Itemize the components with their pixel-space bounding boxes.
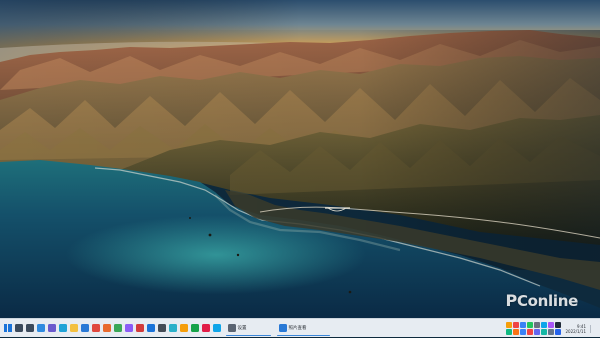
app-icon [227,324,236,332]
clock-date: 2022/1/11 [565,328,586,334]
watermark-logo: PConline [505,291,579,310]
app-icon-9[interactable] [190,324,199,332]
app-icon-7[interactable] [168,324,177,332]
tray-icon[interactable] [534,329,541,335]
tray-icon[interactable] [506,322,513,328]
desktop[interactable]: PConline [0,0,600,318]
store-icon[interactable] [80,324,89,332]
tray-icon[interactable] [548,322,555,328]
app-icon [278,324,287,332]
tray-icons [506,322,562,335]
tray-icon[interactable] [541,322,548,328]
tray-icon[interactable] [527,322,534,328]
tray-icon[interactable] [527,329,534,335]
show-desktop-button[interactable] [590,324,596,333]
tray-icon[interactable] [555,322,562,328]
taskbar-app-label: 设置 [237,326,247,331]
tray-icon[interactable] [506,329,513,335]
tray-icon[interactable] [513,329,520,335]
app-icon-8[interactable] [179,324,188,332]
edge-icon[interactable] [58,324,67,332]
mail-icon[interactable] [91,324,100,332]
app-icon-6[interactable] [157,324,166,332]
app-icon-5[interactable] [146,324,155,332]
taskbar-running-app[interactable]: 照片查看 [275,321,332,336]
app-icon-2[interactable] [113,324,122,332]
tray-icon[interactable] [541,329,548,335]
start-logo-square [7,324,12,328]
start-icon[interactable] [3,324,12,332]
taskbar-app-label: 照片查看 [288,326,307,331]
tray-icon[interactable] [513,322,520,328]
explorer-icon[interactable] [69,324,78,332]
tray-icon[interactable] [548,329,555,335]
widgets-icon[interactable] [36,324,45,332]
app-icon-4[interactable] [135,324,144,332]
taskbar-clock[interactable]: 9:41 2022/1/11 [565,324,586,334]
tray-icon[interactable] [534,322,541,328]
taskbar-pinned-apps: 设置 照片查看 [0,319,332,337]
search-icon[interactable] [14,324,23,332]
app-icon-3[interactable] [124,324,133,332]
app-icon-11[interactable] [212,324,221,332]
start-logo-square [3,324,8,328]
task-view-icon[interactable] [25,324,34,332]
taskbar-running-app[interactable]: 设置 [224,321,273,336]
tray-icon[interactable] [555,329,562,335]
app-icon-1[interactable] [102,324,111,332]
wallpaper-image [0,0,600,318]
tray-icon[interactable] [520,322,527,328]
chat-icon[interactable] [47,324,56,332]
start-logo-square [7,328,12,332]
taskbar: 设置 照片查看 9:41 2022/1/11 [0,318,600,337]
start-logo-square [3,328,8,332]
app-icon-10[interactable] [201,324,210,332]
tray-icon[interactable] [520,329,527,335]
system-tray: 9:41 2022/1/11 [506,319,596,338]
